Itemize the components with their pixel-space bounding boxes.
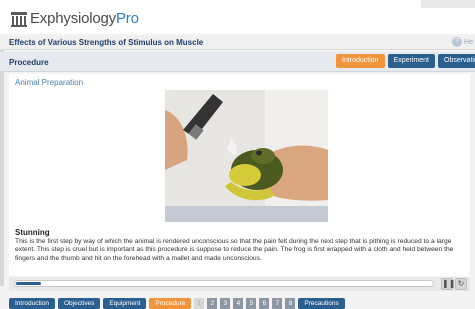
media-player-bar: ❚❚ ↻ [9,277,470,291]
procedure-tabs: Introduction Experiment Observation [336,54,475,68]
step-6[interactable]: 6 [259,298,270,309]
step-4[interactable]: 4 [233,298,244,309]
step-5[interactable]: 5 [246,298,257,309]
nav-precautions[interactable]: Precautions [298,298,345,309]
tab-observation[interactable]: Observation [438,54,475,68]
step-3[interactable]: 3 [220,298,231,309]
pause-icon: ❚❚ [442,279,456,288]
step-1[interactable]: 1 [194,298,205,309]
experiment-title: Effects of Various Strengths of Stimulus… [9,38,204,47]
step-description: This is the first step by way of which t… [15,238,454,262]
replay-button[interactable]: ↻ [455,278,467,290]
nav-introduction[interactable]: Introduction [9,298,55,309]
progress-fill [16,282,41,285]
app-window: ExphysiologyPro Effects of Various Stren… [0,0,475,309]
replay-icon: ↻ [457,279,465,288]
app-logo: ExphysiologyPro [30,10,139,27]
experiment-title-bar: Effects of Various Strengths of Stimulus… [0,36,475,50]
section-title: Animal Preparation [15,78,84,87]
left-edge [0,36,4,286]
tab-experiment[interactable]: Experiment [387,54,435,68]
header-right-strip [421,0,475,8]
nav-procedure[interactable]: Procedure [149,298,192,309]
step-heading: Stunning [15,228,50,237]
header: ExphysiologyPro [0,0,475,34]
logo-suffix: Pro [115,10,139,27]
nav-equipment[interactable]: Equipment [103,298,147,309]
step-7[interactable]: 7 [272,298,283,309]
progress-track[interactable] [14,280,434,287]
procedure-bar: Procedure Introduction Experiment Observ… [0,52,475,72]
step-8[interactable]: 8 [285,298,296,309]
help-label: He [464,38,473,46]
frog-photo [165,90,328,222]
pause-button[interactable]: ❚❚ [441,278,456,290]
nav-objectives[interactable]: Objectives [57,298,101,309]
step-2[interactable]: 2 [207,298,218,309]
help-button[interactable]: ? He [452,37,473,47]
logo-icon [11,12,27,27]
content-panel: Animal Preparation Stunning This is the [9,74,470,276]
tab-introduction[interactable]: Introduction [336,54,385,68]
help-icon: ? [452,37,463,47]
bottom-navigation: Introduction Objectives Equipment Proced… [9,298,345,309]
procedure-label: Procedure [9,58,49,67]
logo-text: Exphysiology [30,10,116,27]
